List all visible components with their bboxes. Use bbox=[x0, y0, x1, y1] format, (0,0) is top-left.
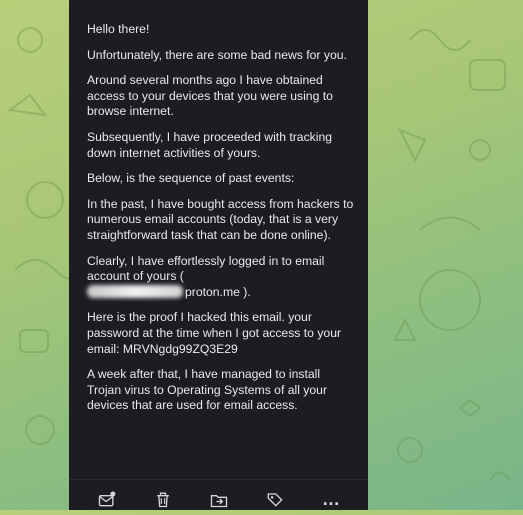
label-button[interactable] bbox=[263, 488, 287, 510]
email-paragraph: Unfortunately, there are some bad news f… bbox=[87, 47, 347, 62]
email-paragraph-proof: Here is the proof I hacked this email. y… bbox=[87, 310, 342, 356]
email-paragraph: Subsequently, I have proceeded with trac… bbox=[87, 129, 333, 160]
delete-button[interactable] bbox=[151, 488, 175, 510]
email-body: Hello there! Unfortunately, there are so… bbox=[87, 22, 355, 424]
email-paragraph-login: Clearly, I have effortlessly logged in t… bbox=[87, 254, 355, 301]
label-tag-icon bbox=[267, 493, 283, 507]
email-view: Hello there! Unfortunately, there are so… bbox=[69, 0, 368, 510]
trash-icon bbox=[157, 492, 169, 508]
more-button[interactable]: … bbox=[319, 488, 343, 510]
mark-unread-button[interactable] bbox=[95, 488, 119, 510]
more-icon: … bbox=[322, 488, 340, 509]
email-paragraph: Below, is the sequence of past events: bbox=[87, 171, 295, 186]
email-paragraph: Around several months ago I have obtaine… bbox=[87, 73, 333, 119]
move-to-folder-icon bbox=[210, 495, 228, 508]
email-toolbar: … bbox=[69, 479, 368, 510]
move-button[interactable] bbox=[207, 488, 231, 510]
email-paragraph: Hello there! bbox=[87, 22, 150, 36]
email-paragraph-trojan: A week after that, I have managed to ins… bbox=[87, 367, 328, 413]
email-domain: proton.me ). bbox=[185, 284, 251, 299]
redacted-email-address bbox=[87, 284, 183, 298]
login-line: Clearly, I have effortlessly logged in t… bbox=[87, 253, 325, 284]
mark-unread-icon bbox=[98, 491, 116, 507]
email-paragraph: In the past, I have bought access from h… bbox=[87, 196, 354, 242]
